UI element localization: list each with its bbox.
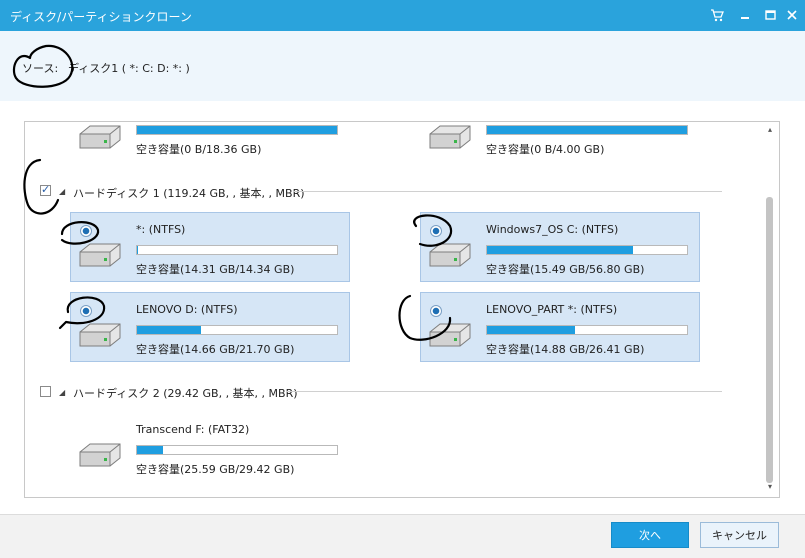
partition-radio[interactable]	[430, 225, 442, 237]
scroll-up-arrow[interactable]: ▴	[764, 125, 776, 135]
partition-name: LENOVO_PART *: (NTFS)	[486, 303, 617, 316]
partition-radio[interactable]	[80, 305, 92, 317]
partition-free-space: 空き容量(14.66 GB/21.70 GB)	[136, 341, 294, 357]
next-button[interactable]: 次へ	[611, 522, 689, 548]
partition-free-space: 空き容量(14.31 GB/14.34 GB)	[136, 261, 294, 277]
minimize-icon[interactable]	[736, 6, 754, 24]
maximize-icon[interactable]	[761, 6, 779, 24]
usage-bar	[136, 325, 338, 335]
partition-name: Windows7_OS C: (NTFS)	[486, 223, 618, 236]
disk-drive-icon	[426, 240, 474, 270]
divider	[286, 391, 722, 392]
disk2-checkbox[interactable]	[40, 386, 51, 397]
disk1-checkbox[interactable]	[40, 185, 51, 196]
usage-bar	[486, 325, 688, 335]
disk1-header: ハードディスク 1 (119.24 GB, , 基本, , MBR)	[73, 185, 305, 201]
disk2-header: ハードディスク 2 (29.42 GB, , 基本, , MBR)	[73, 385, 298, 401]
partition-radio[interactable]	[80, 225, 92, 237]
disk-drive-icon	[426, 122, 474, 152]
partition-free-space: 空き容量(0 B/18.36 GB)	[136, 141, 261, 157]
partition-name: *: (NTFS)	[136, 223, 185, 236]
usage-bar-fill	[487, 326, 575, 334]
usage-bar	[486, 245, 688, 255]
usage-bar	[486, 125, 688, 135]
collapse-triangle-icon[interactable]: ◢	[59, 187, 65, 196]
cancel-button[interactable]: キャンセル	[700, 522, 779, 548]
scroll-thumb[interactable]	[766, 197, 773, 483]
source-value: ディスク1 ( *: C: D: *: )	[68, 60, 190, 76]
partition-name: Transcend F: (FAT32)	[136, 423, 249, 436]
disk-drive-icon	[76, 240, 124, 270]
usage-bar-fill	[487, 126, 687, 134]
divider	[293, 191, 722, 192]
title-bar: ディスク/パーティションクローン	[0, 0, 805, 31]
source-label: ソース:	[22, 60, 58, 76]
partition-name: LENOVO D: (NTFS)	[136, 303, 238, 316]
partition-free-space: 空き容量(25.59 GB/29.42 GB)	[136, 461, 294, 477]
partition-free-space: 空き容量(14.88 GB/26.41 GB)	[486, 341, 644, 357]
source-band: ソース: ディスク1 ( *: C: D: *: )	[0, 31, 805, 101]
scroll-down-arrow[interactable]: ▾	[764, 482, 776, 492]
partition-free-space: 空き容量(15.49 GB/56.80 GB)	[486, 261, 644, 277]
partition-radio[interactable]	[430, 305, 442, 317]
window-title: ディスク/パーティションクローン	[10, 8, 192, 25]
usage-bar	[136, 445, 338, 455]
collapse-triangle-icon[interactable]: ◢	[59, 388, 65, 397]
usage-bar	[136, 125, 338, 135]
usage-bar-fill	[487, 246, 633, 254]
cart-icon[interactable]	[708, 6, 726, 24]
partition-free-space: 空き容量(0 B/4.00 GB)	[486, 141, 604, 157]
scrollbar[interactable]: ▴ ▾	[764, 123, 776, 494]
usage-bar	[136, 245, 338, 255]
usage-bar-fill	[137, 446, 163, 454]
disk-drive-icon	[426, 320, 474, 350]
usage-bar-fill	[137, 126, 337, 134]
usage-bar-fill	[137, 326, 201, 334]
disk-drive-icon	[76, 440, 124, 470]
disk-drive-icon	[76, 122, 124, 152]
disk-drive-icon	[76, 320, 124, 350]
close-icon[interactable]	[783, 6, 801, 24]
